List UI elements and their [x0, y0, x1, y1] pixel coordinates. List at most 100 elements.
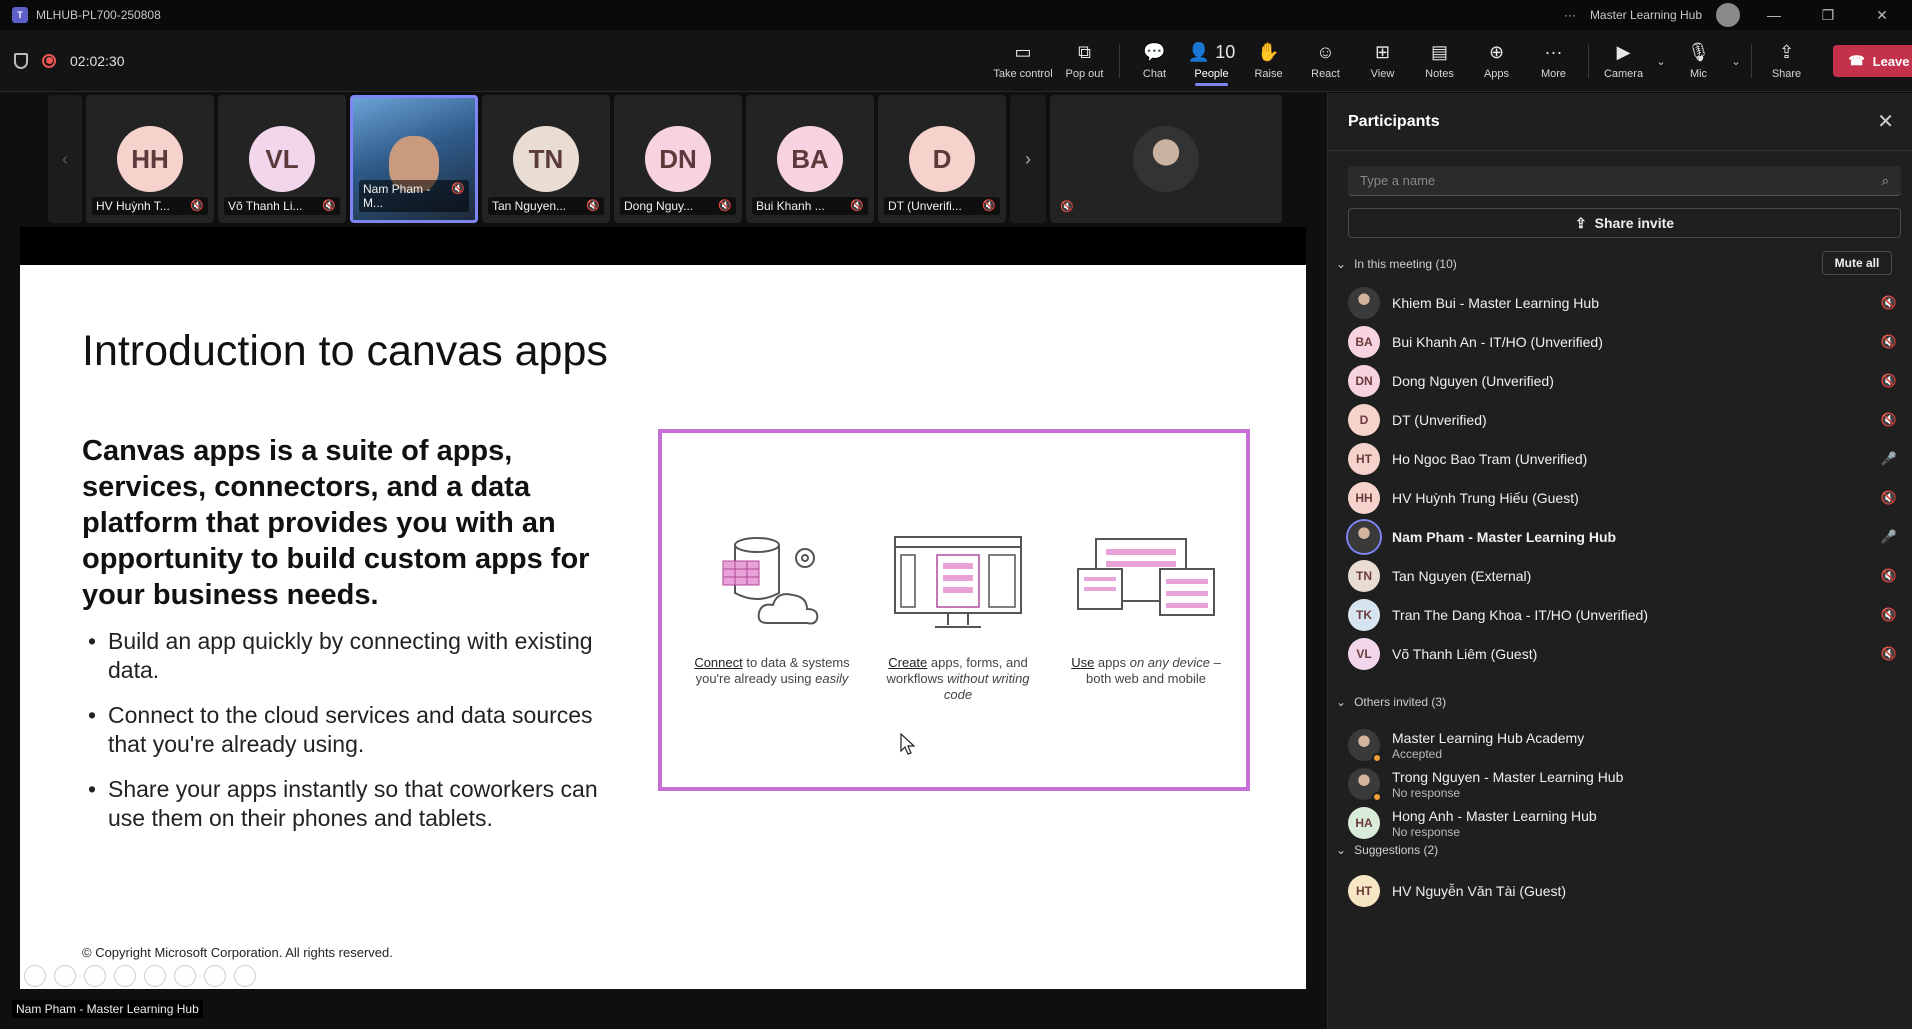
- participant-avatar: HA: [1348, 807, 1380, 839]
- toolbar-chat-button[interactable]: 💬 Chat: [1126, 30, 1183, 92]
- mic-on-icon[interactable]: 🎤: [1881, 451, 1897, 467]
- participant-row[interactable]: BA Bui Khanh An - IT/HO (Unverified) 🔇: [1348, 322, 1901, 362]
- participant-tile-name: Bui Khanh ... 🔇: [752, 197, 868, 215]
- toolbar-notes-button[interactable]: ▤ Notes: [1411, 30, 1468, 92]
- shield-icon: [14, 52, 28, 69]
- mic-on-icon[interactable]: 🎤: [1881, 529, 1897, 545]
- participant-tile-name: Nam Pham - M... 🔇: [359, 180, 469, 212]
- others-invited-section-toggle[interactable]: ⌄ Others invited (3): [1336, 695, 1446, 709]
- invite-status: No response: [1392, 824, 1461, 839]
- participant-row[interactable]: DN Dong Nguyen (Unverified) 🔇: [1348, 361, 1901, 401]
- mute-all-button[interactable]: Mute all: [1822, 251, 1892, 275]
- account-name: Master Learning Hub: [1589, 8, 1702, 22]
- toolbar-mic-button[interactable]: 🎙 Mic: [1670, 30, 1727, 92]
- search-icon: ⌕: [1881, 172, 1889, 188]
- mic-off-icon[interactable]: 🔇: [1881, 607, 1897, 623]
- participant-search-input[interactable]: Type a name ⌕: [1348, 166, 1901, 196]
- participant-row[interactable]: Trong Nguyen - Master Learning Hub No res…: [1348, 764, 1901, 804]
- mic-off-icon[interactable]: 🔇: [1881, 646, 1897, 662]
- in-meeting-section-toggle[interactable]: ⌄ In this meeting (10): [1336, 257, 1457, 271]
- participant-name: Master Learning Hub Academy: [1392, 729, 1585, 746]
- toolbar-react-button[interactable]: ☺ React: [1297, 30, 1354, 92]
- participant-tile[interactable]: D DT (Unverifi... 🔇: [878, 95, 1006, 223]
- mic-off-icon[interactable]: 🔇: [1881, 295, 1897, 311]
- participant-row[interactable]: HH HV Huỳnh Trung Hiếu (Guest) 🔇: [1348, 478, 1901, 518]
- toolbar-separator: [1751, 44, 1752, 78]
- account-avatar[interactable]: [1716, 3, 1740, 27]
- camera-icon[interactable]: [204, 965, 226, 987]
- toolbar-raise-button[interactable]: ✋ Raise: [1240, 30, 1297, 92]
- participant-row[interactable]: HA Hong Anh - Master Learning Hub No respo…: [1348, 803, 1901, 843]
- participant-row[interactable]: Nam Pham - Master Learning Hub 🎤: [1348, 517, 1901, 557]
- toolbar-people-button[interactable]: 👤 10 People: [1183, 30, 1240, 92]
- participant-tile[interactable]: DN Dong Nguy... 🔇: [614, 95, 742, 223]
- participant-tile[interactable]: Nam Pham - M... 🔇: [350, 95, 478, 223]
- participant-tile[interactable]: BA Bui Khanh ... 🔇: [746, 95, 874, 223]
- mic-options-chevron-icon[interactable]: ⌄: [1727, 55, 1745, 68]
- mic-off-icon[interactable]: 🔇: [1881, 334, 1897, 350]
- strip-prev-arrow-icon[interactable]: ‹: [48, 95, 82, 223]
- mic-off-icon[interactable]: 🔇: [1881, 373, 1897, 389]
- copy-icon[interactable]: [114, 965, 136, 987]
- chevron-down-icon: ⌄: [1336, 695, 1347, 709]
- share-invite-button[interactable]: ⇪ Share invite: [1348, 208, 1901, 238]
- mic-off-icon: 🔇: [718, 200, 732, 212]
- participant-avatar: BA: [1348, 326, 1380, 358]
- participant-row[interactable]: VL Võ Thanh Liêm (Guest) 🔇: [1348, 634, 1901, 674]
- meeting-toolbar: 02:02:30 ▭ Take control ⧉ Pop out 💬 Chat 👤 10 P…: [0, 30, 1912, 92]
- leave-button[interactable]: ☎ Leave: [1833, 45, 1912, 77]
- close-panel-icon[interactable]: ✕: [1877, 109, 1894, 134]
- close-window-icon[interactable]: ✕: [1862, 7, 1902, 24]
- camera-options-chevron-icon[interactable]: ⌄: [1652, 55, 1670, 68]
- title-bar: T MLHUB-PL700-250808 ··· Master Learning…: [0, 0, 1912, 30]
- participant-name: Võ Thanh Liêm (Guest): [1392, 646, 1538, 662]
- participant-avatar: TK: [1348, 599, 1380, 631]
- participant-name: Dong Nguyen (Unverified): [1392, 373, 1554, 389]
- participant-row[interactable]: D DT (Unverified) 🔇: [1348, 400, 1901, 440]
- participant-row[interactable]: Master Learning Hub Academy Accepted: [1348, 725, 1901, 765]
- more-icon[interactable]: [234, 965, 256, 987]
- participant-name: Hong Anh - Master Learning Hub: [1392, 807, 1597, 824]
- participant-row[interactable]: HT HV Nguyễn Văn Tài (Guest): [1348, 871, 1901, 911]
- participant-tile[interactable]: VL Võ Thanh Li... 🔇: [218, 95, 346, 223]
- zoom-icon[interactable]: [144, 965, 166, 987]
- participant-tile[interactable]: TN Tan Nguyen... 🔇: [482, 95, 610, 223]
- mic-off-icon[interactable]: 🔇: [1881, 490, 1897, 506]
- strip-next-arrow-icon[interactable]: ›: [1010, 95, 1046, 223]
- next-slide-icon[interactable]: [54, 965, 76, 987]
- pen-icon[interactable]: [84, 965, 106, 987]
- slide-lead-text: Canvas apps is a suite of apps, services…: [82, 435, 590, 611]
- feature-illustration-frame: Connect to data & systems you're already…: [658, 429, 1250, 791]
- phone-hangup-icon: ☎: [1848, 53, 1865, 68]
- presenter-controls: [24, 965, 256, 987]
- toolbar-take-control-button[interactable]: ▭ Take control: [990, 30, 1056, 92]
- participant-row[interactable]: Khiem Bui - Master Learning Hub 🔇: [1348, 283, 1901, 323]
- more-options-icon[interactable]: ···: [1564, 8, 1576, 22]
- restore-icon[interactable]: ❐: [1808, 7, 1848, 24]
- mic-off-icon[interactable]: 🔇: [1881, 568, 1897, 584]
- participant-row[interactable]: TK Tran The Dang Khoa - IT/HO (Unverified…: [1348, 595, 1901, 635]
- participant-tile[interactable]: HH HV Huỳnh T... 🔇: [86, 95, 214, 223]
- mic-off-icon: 🎙: [1687, 42, 1710, 62]
- toolbar-apps-button[interactable]: ⊕ Apps: [1468, 30, 1525, 92]
- prev-slide-icon[interactable]: [24, 965, 46, 987]
- toolbar-pop-out-button[interactable]: ⧉ Pop out: [1056, 30, 1113, 92]
- mic-off-icon: 🔇: [322, 200, 336, 212]
- toolbar-camera-button[interactable]: ▶ Camera: [1595, 30, 1652, 92]
- self-video-tile[interactable]: 🔇: [1050, 95, 1282, 223]
- mic-off-icon[interactable]: 🔇: [1881, 412, 1897, 428]
- toolbar-more-button[interactable]: ··· More: [1525, 30, 1582, 92]
- participant-name: Tran The Dang Khoa - IT/HO (Unverified): [1392, 607, 1648, 623]
- toolbar-view-button[interactable]: ⊞ View: [1354, 30, 1411, 92]
- participant-row[interactable]: HT Ho Ngoc Bao Tram (Unverified) 🎤: [1348, 439, 1901, 479]
- people-icon: 👤 10: [1187, 42, 1236, 62]
- subtitles-icon[interactable]: [174, 965, 196, 987]
- mic-off-icon: 🔇: [451, 183, 465, 195]
- suggestions-section-toggle[interactable]: ⌄ Suggestions (2): [1336, 843, 1438, 857]
- chevron-down-icon: ⌄: [1336, 257, 1347, 271]
- toolbar-share-button[interactable]: ⇪ Share: [1758, 30, 1815, 92]
- participant-row[interactable]: TN Tan Nguyen (External) 🔇: [1348, 556, 1901, 596]
- participant-tile-name: Dong Nguy... 🔇: [620, 197, 736, 215]
- participant-name: Trong Nguyen - Master Learning Hub: [1392, 768, 1624, 785]
- minimize-icon[interactable]: —: [1754, 7, 1794, 23]
